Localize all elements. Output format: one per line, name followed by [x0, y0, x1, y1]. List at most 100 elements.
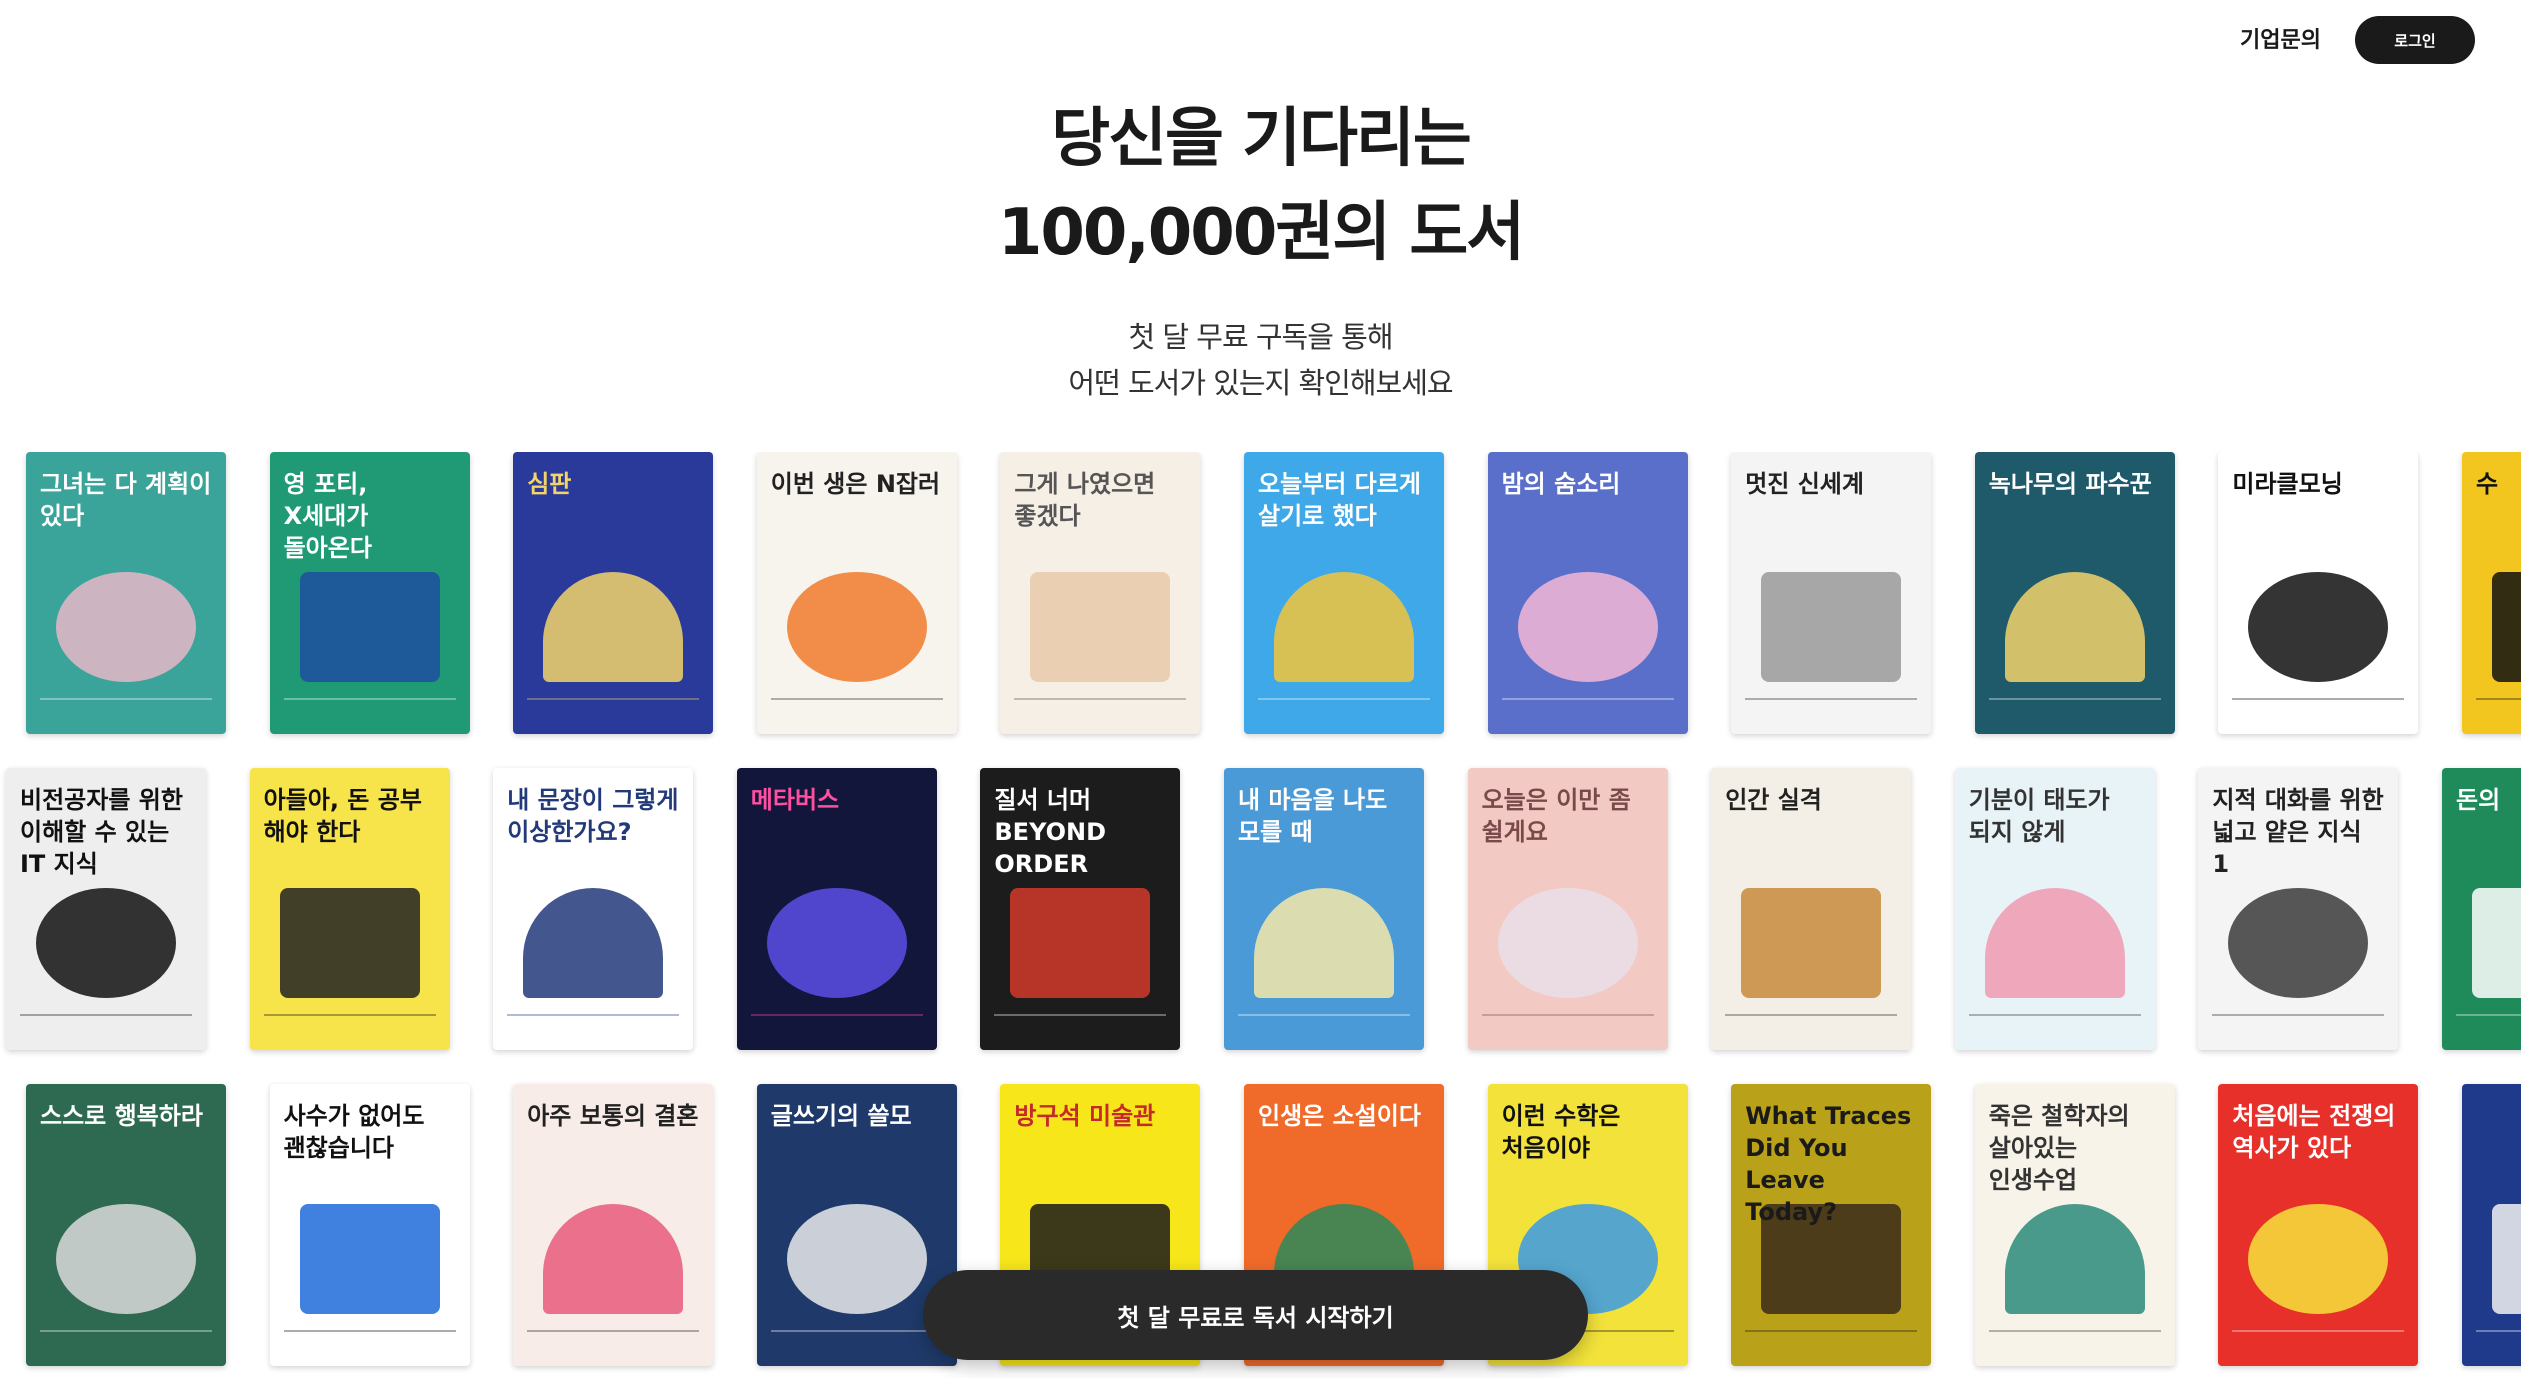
book-cover[interactable]: 내 마음을 나도 모를 때 [1224, 768, 1424, 1050]
book-cover-footer-bar [1988, 698, 2161, 720]
book-cover[interactable]: 영 포티, X세대가 돌아온다 [269, 452, 470, 734]
book-cover-footer-bar [770, 1330, 943, 1352]
book-cover-footer-bar [1238, 1014, 1410, 1036]
book-cover-illustration [36, 888, 176, 998]
book-cover-illustration [1254, 888, 1394, 998]
book-cover-footer-bar [2476, 1330, 2521, 1352]
book-cover-footer-bar [770, 698, 943, 720]
book-cover[interactable]: 사수가 없어도 괜찮습니다 [269, 1084, 470, 1366]
book-cover[interactable]: 오늘부터 다르게 살기로 했다 [1244, 452, 1444, 734]
book-title: What Traces Did You Leave Today? [1745, 1102, 1912, 1226]
book-cover-footer-bar [20, 1014, 192, 1036]
book-cover-footer-bar [1258, 698, 1430, 720]
hero-title: 당신을 기다리는 100,000권의 도서 [0, 92, 2521, 280]
book-cover[interactable]: 아들아, 돈 공부 해야 한다 [249, 768, 450, 1050]
book-cover-illustration [1517, 572, 1658, 682]
book-cover[interactable]: 지적 대화를 위한 넓고 얕은 지식 1 [2198, 768, 2399, 1050]
book-title: 돈의 [2456, 786, 2501, 814]
book-cover[interactable]: 오늘은 이만 좀 쉴게요 [1467, 768, 1668, 1050]
book-cover-illustration [2248, 1204, 2389, 1314]
book-cover-footer-bar [507, 1014, 680, 1036]
book-title: 미라클모닝 [2232, 470, 2343, 498]
book-title: 아주 보통의 결혼 [527, 1102, 699, 1130]
hero-subtitle-line1: 첫 달 무료 구독을 통해 [1128, 320, 1394, 354]
book-cover-footer-bar [1968, 1014, 2141, 1036]
book-cover[interactable]: 심판 [513, 452, 714, 734]
book-cover-illustration [543, 1204, 684, 1314]
book-cover[interactable]: 그녀는 다 계획이 있다 [26, 452, 226, 734]
book-cover[interactable]: 돈의 [2442, 768, 2521, 1050]
book-cover-footer-bar [750, 1014, 923, 1036]
book-cover[interactable]: 그게 나였으면 좋겠다 [1000, 452, 1201, 734]
book-cover[interactable]: 밤의 숨소리 [1487, 452, 1688, 734]
book-cover-footer-bar [1501, 698, 1674, 720]
book-title: 방구석 미술관 [1014, 1102, 1156, 1130]
book-title: 기분이 태도가 되지 않게 [1968, 786, 2110, 846]
book-title: 수 [2476, 470, 2499, 498]
book-cover[interactable]: 기분이 태도가 되지 않게 [1954, 768, 2155, 1050]
book-cover[interactable]: 스스로 행복하라 [26, 1084, 226, 1366]
book-cover-illustration [2004, 572, 2145, 682]
book-cover-footer-bar [1014, 698, 1187, 720]
hero-title-line2: 100,000권의 도서 [997, 196, 1525, 270]
book-cover-illustration [523, 888, 664, 998]
book-title: 아들아, 돈 공부 해야 한다 [263, 786, 422, 846]
book-cover[interactable]: 녹나무의 파수꾼 [1974, 452, 2175, 734]
start-free-trial-button[interactable]: 첫 달 무료로 독서 시작하기 [923, 1270, 1588, 1360]
book-cover-illustration [2492, 1204, 2521, 1314]
book-cover[interactable]: 비전공자를 위한 이해할 수 있는 IT 지식 [6, 768, 206, 1050]
book-title: 인생은 소설이다 [1258, 1102, 1421, 1130]
book-cover-illustration [279, 888, 420, 998]
book-cover[interactable]: 미라클모닝 [2218, 452, 2419, 734]
book-title: 인간 실격 [1725, 786, 1822, 814]
book-cover[interactable]: 멋진 신세계 [1731, 452, 1932, 734]
book-cover[interactable]: What Traces Did You Leave Today? [1731, 1084, 1932, 1366]
book-title: 멋진 신세계 [1745, 470, 1864, 498]
book-cover-illustration [786, 1204, 927, 1314]
book-title: 그게 나였으면 좋겠다 [1014, 470, 1156, 530]
book-cover[interactable]: 수 [2462, 452, 2521, 734]
business-inquiry-link[interactable]: 기업문의 [2240, 22, 2321, 54]
book-grid: 그녀는 다 계획이 있다 영 포티, X세대가 돌아온다 심판 이번 생은 N잡러 그게… [0, 452, 2521, 1378]
book-title: 오늘부터 다르게 살기로 했다 [1258, 470, 1421, 530]
hero-title-line1: 당신을 기다리는 [1051, 102, 1471, 176]
book-cover-footer-bar [2212, 1014, 2385, 1036]
book-title: 사수가 없어도 괜찮습니다 [283, 1102, 425, 1162]
book-cover-illustration [2248, 572, 2389, 682]
book-title: 비전공자를 위한 이해할 수 있는 IT 지식 [20, 786, 183, 878]
book-title: 지적 대화를 위한 넓고 얕은 지식 1 [2212, 786, 2384, 878]
book-title: 밤의 숨소리 [1501, 470, 1621, 498]
book-cover-footer-bar [1745, 1330, 1918, 1352]
book-cover[interactable]: 이번 생은 N잡러 [756, 452, 957, 734]
book-cover-illustration [1274, 572, 1414, 682]
book-cover[interactable]: 죽은 철학자의 살아있는 인생수업 [1974, 1084, 2175, 1366]
book-cover[interactable]: 메타버스 [736, 768, 937, 1050]
book-cover-footer-bar [2232, 698, 2405, 720]
book-cover-footer-bar [1988, 1330, 2161, 1352]
book-title: 죽은 철학자의 살아있는 인생수업 [1988, 1102, 2130, 1194]
book-cover-illustration [1761, 572, 1902, 682]
book-cover-footer-bar [527, 1330, 700, 1352]
book-cover-illustration [1030, 572, 1171, 682]
book-title: 이번 생은 N잡러 [770, 470, 941, 498]
book-title: 심판 [527, 470, 572, 498]
book-cover-footer-bar [40, 1330, 212, 1352]
book-cover-illustration [299, 572, 440, 682]
book-title: 영 포티, X세대가 돌아온다 [283, 470, 372, 562]
book-cover-footer-bar [2456, 1014, 2521, 1036]
book-title: 내 문장이 그렇게 이상한가요? [507, 786, 679, 846]
book-cover[interactable]: 질서 너머 BEYOND ORDER [980, 768, 1181, 1050]
book-cover-footer-bar [994, 1014, 1167, 1036]
book-cover-footer-bar [1745, 698, 1918, 720]
book-cover[interactable]: 내 문장이 그렇게 이상한가요? [493, 768, 694, 1050]
book-title: 내 마음을 나도 모를 때 [1238, 786, 1388, 846]
book-cover[interactable]: 아주 보통의 결혼 [513, 1084, 714, 1366]
book-title: 오늘은 이만 좀 쉴게요 [1481, 786, 1631, 846]
book-cover[interactable]: 인간 실격 [1711, 768, 1912, 1050]
login-button[interactable]: 로그인 [2355, 16, 2475, 64]
book-cover-footer-bar [263, 1014, 436, 1036]
book-cover-footer-bar [527, 698, 700, 720]
top-header: 기업문의 로그인 [0, 0, 2521, 80]
book-cover[interactable]: 처음에는 전쟁의 역사가 있다 [2218, 1084, 2419, 1366]
book-cover[interactable] [2462, 1084, 2521, 1366]
